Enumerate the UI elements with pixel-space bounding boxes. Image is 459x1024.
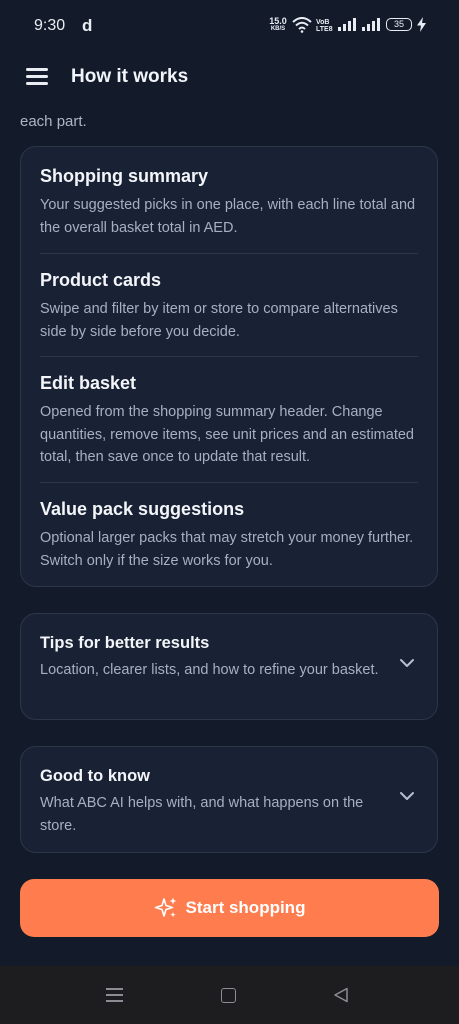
chevron-down-icon[interactable]	[399, 791, 415, 801]
divider	[40, 356, 418, 357]
status-time: 9:30	[34, 17, 66, 34]
start-shopping-label: Start shopping	[185, 898, 306, 917]
wifi-icon	[292, 17, 312, 33]
back-icon[interactable]	[333, 987, 349, 1003]
system-navigation-bar	[0, 966, 459, 1024]
sparkles-icon	[154, 897, 177, 918]
volte-top-label: VoB	[316, 19, 330, 26]
section-body: Swipe and filter by item or store to com…	[40, 301, 398, 340]
section-title: Edit basket	[40, 373, 137, 393]
volte-bottom-label: LTE8	[316, 26, 333, 33]
how-it-works-card: Shopping summary Your suggested picks in…	[20, 146, 438, 587]
signal-strength-icon	[338, 18, 356, 31]
network-speed-unit: KB/S	[270, 26, 286, 32]
accordion-good-to-know[interactable]: Good to know What ABC AI helps with, and…	[20, 746, 438, 853]
divider	[40, 482, 418, 483]
accordion-title: Good to know	[40, 767, 150, 785]
charging-icon	[417, 17, 426, 32]
section-body: Your suggested picks in one place, with …	[40, 197, 416, 236]
section-body: Optional larger packs that may stretch y…	[40, 530, 414, 569]
accordion-title: Tips for better results	[40, 634, 210, 652]
notification-icon: d	[82, 16, 93, 35]
recent-apps-icon[interactable]	[106, 988, 123, 1006]
status-bar: 9:30 d 15.0 KB/S VoB LTE8 35	[0, 0, 459, 52]
accordion-subtitle: Location, clearer lists, and how to refi…	[40, 662, 379, 678]
divider	[40, 253, 418, 254]
volte-indicator: VoB LTE8	[316, 19, 333, 33]
section-title: Product cards	[40, 270, 162, 290]
section-title: Shopping summary	[40, 166, 209, 186]
section-product-cards: Product cards Swipe and filter by item o…	[40, 270, 418, 343]
network-speed-value: 15.0	[269, 16, 287, 26]
intro-text: each part.	[20, 113, 87, 130]
battery-icon: 35	[386, 18, 412, 31]
accordion-subtitle: What ABC AI helps with, and what happens…	[40, 795, 364, 834]
signal-strength-icon	[362, 18, 380, 31]
app-bar: How it works	[0, 52, 459, 102]
chevron-down-icon[interactable]	[399, 658, 415, 668]
home-icon[interactable]	[221, 988, 236, 1003]
section-title: Value pack suggestions	[40, 499, 245, 519]
section-edit-basket: Edit basket Opened from the shopping sum…	[40, 373, 418, 469]
start-shopping-button[interactable]: Start shopping	[20, 879, 439, 937]
section-value-pack-suggestions: Value pack suggestions Optional larger p…	[40, 499, 418, 572]
section-shopping-summary: Shopping summary Your suggested picks in…	[40, 166, 418, 239]
menu-icon[interactable]	[26, 68, 48, 85]
accordion-tips[interactable]: Tips for better results Location, cleare…	[20, 613, 438, 720]
page-title: How it works	[71, 66, 189, 87]
network-speed: 15.0 KB/S	[268, 17, 288, 33]
section-body: Opened from the shopping summary header.…	[40, 404, 414, 465]
